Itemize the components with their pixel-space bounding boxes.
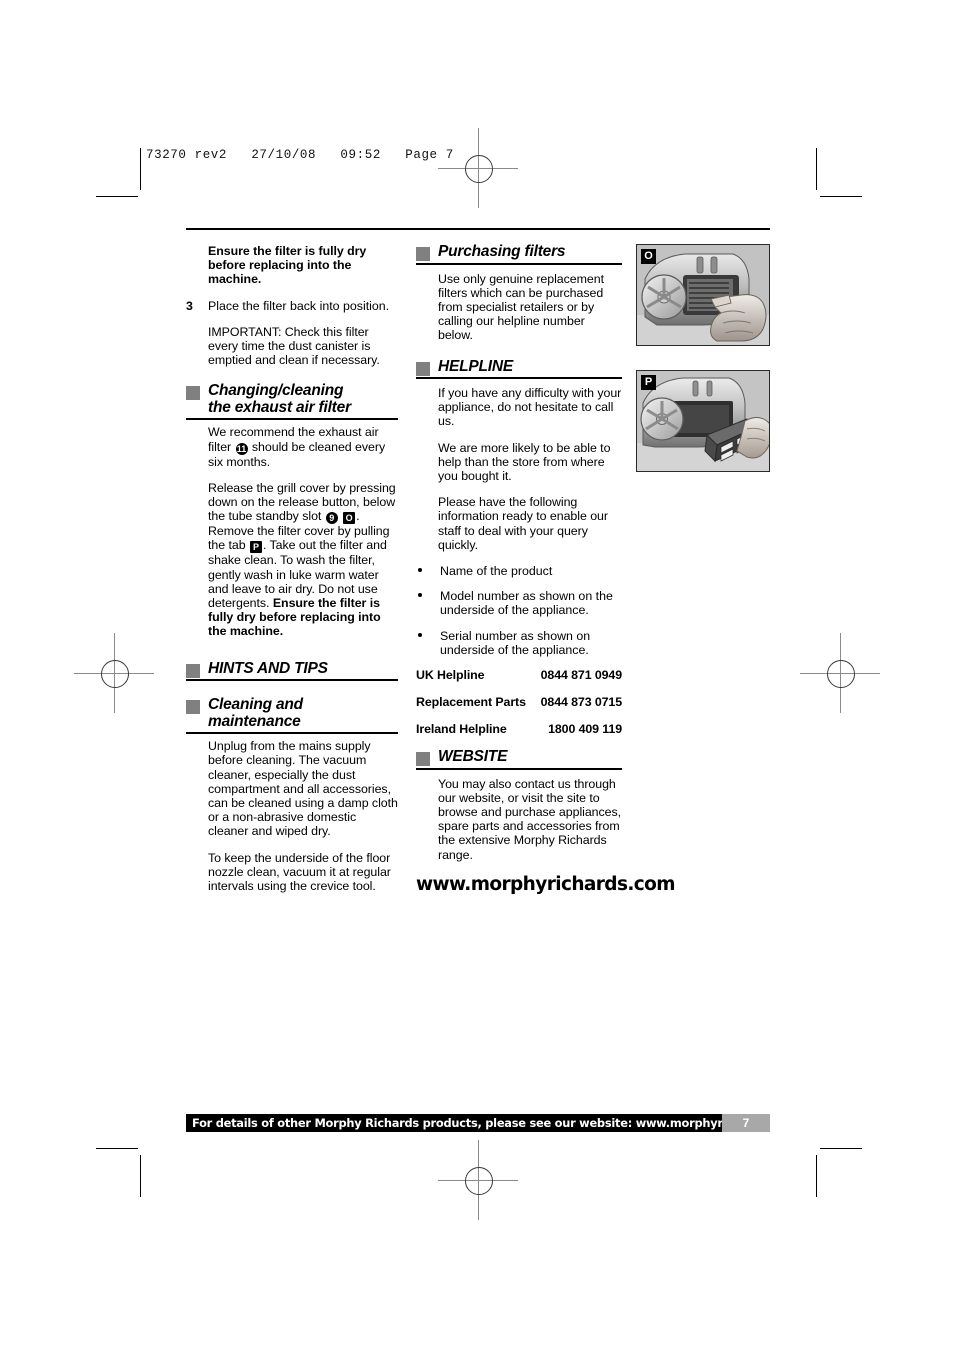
prepress-header-text: 73270 rev2 27/10/08 09:52 Page 7	[146, 148, 454, 162]
step-3: 3 Place the filter back into position.	[186, 299, 398, 313]
crop-mark-top-left-horizontal	[96, 196, 138, 197]
website-url-wordmark[interactable]: www.morphyrichards.com	[416, 874, 676, 895]
figure-o-illustration	[637, 245, 769, 345]
contact-number: 0844 873 0715	[540, 695, 622, 710]
contact-row-ireland-helpline: Ireland Helpline 1800 409 119	[416, 722, 622, 736]
bullet-text: Serial number as shown on underside of t…	[440, 628, 591, 657]
heading-cleaning-line-2: maintenance	[208, 712, 301, 730]
ref-badge-9-icon: 9	[325, 512, 338, 525]
website-paragraph: You may also contact us through our webs…	[438, 776, 622, 862]
heading-cleaning-line-1: Cleaning and	[208, 696, 303, 714]
crop-mark-bottom-left-horizontal	[96, 1148, 138, 1149]
left-column: Ensure the filter is fully dry before re…	[186, 244, 398, 905]
helpline-paragraph-2: We are more likely to be able to help th…	[438, 440, 611, 484]
contact-number: 0844 871 0949	[540, 668, 622, 683]
figure-label-p: P	[641, 375, 656, 390]
heading-square-icon	[416, 361, 430, 376]
heading-square-icon	[186, 700, 200, 715]
figure-label-o: O	[641, 249, 656, 264]
heading-changing-cleaning-exhaust-filter: Changing/cleaning the exhaust air filter	[186, 382, 398, 421]
heading-exhaust-line-1: Changing/cleaning	[208, 382, 344, 400]
bullet-dot-icon	[418, 632, 422, 637]
footer-bar: For details of other Morphy Richards pro…	[186, 1114, 770, 1132]
ref-badge-11-icon: 11	[235, 442, 248, 455]
cleaning-paragraph-1: Unplug from the mains supply before clea…	[208, 739, 398, 839]
warning-filter-dry-top: Ensure the filter is fully dry before re…	[208, 244, 367, 287]
crop-mark-bottom-right-vertical	[816, 1155, 817, 1197]
helpline-paragraph-1: If you have any difficulty with your app…	[438, 386, 622, 429]
contact-number: 1800 409 119	[548, 722, 622, 737]
contact-row-uk-helpline: UK Helpline 0844 871 0949	[416, 668, 622, 682]
footer-promo-text: For details of other Morphy Richards pro…	[186, 1114, 722, 1132]
ref-badge-o-icon: O	[343, 512, 356, 525]
helpline-paragraph-3: Please have the following information re…	[438, 495, 608, 552]
heading-square-icon	[186, 663, 200, 678]
heading-hints-and-tips: HINTS AND TIPS	[186, 659, 398, 682]
contact-label: Ireland Helpline	[416, 722, 507, 737]
page-top-rule	[186, 228, 770, 230]
list-item: Model number as shown on the underside o…	[416, 589, 622, 617]
figure-column: O P	[636, 244, 770, 496]
contact-label: Replacement Parts	[416, 695, 526, 710]
heading-hints-text: HINTS AND TIPS	[208, 659, 328, 677]
heading-cleaning-and-maintenance: Cleaning and maintenance	[186, 696, 398, 735]
list-item: Name of the product	[416, 564, 622, 578]
important-note: IMPORTANT: Check this filter every time …	[208, 324, 380, 368]
heading-website: WEBSITE	[416, 749, 622, 770]
figure-p: P	[636, 370, 770, 472]
step-3-number: 3	[186, 298, 193, 313]
contact-row-replacement-parts: Replacement Parts 0844 873 0715	[416, 695, 622, 709]
middle-column: Purchasing filters Use only genuine repl…	[416, 243, 676, 895]
crop-mark-top-right-horizontal	[820, 196, 862, 197]
ref-badge-p-icon: P	[249, 541, 262, 554]
figure-p-illustration	[637, 371, 769, 471]
crop-mark-bottom-right-horizontal	[820, 1148, 862, 1149]
heading-purchasing-text: Purchasing filters	[438, 243, 566, 260]
heading-helpline-text: HELPLINE	[438, 357, 514, 375]
figure-o: O	[636, 244, 770, 346]
exhaust-p2-part-a: Release the grill cover by pressing down…	[208, 480, 396, 524]
heading-square-icon	[186, 386, 200, 401]
bullet-dot-icon	[418, 593, 422, 598]
heading-square-icon	[416, 247, 430, 261]
crop-mark-top-left-vertical	[140, 148, 141, 190]
crop-mark-top-right-vertical	[816, 148, 817, 190]
bullet-text: Model number as shown on the underside o…	[440, 589, 613, 618]
heading-exhaust-line-2: the exhaust air filter	[208, 398, 351, 416]
bullet-text: Name of the product	[440, 564, 553, 579]
exhaust-paragraph-1: We recommend the exhaust air filter 11 s…	[208, 425, 398, 468]
heading-website-text: WEBSITE	[438, 748, 508, 766]
contact-label: UK Helpline	[416, 668, 485, 683]
heading-helpline: HELPLINE	[416, 357, 622, 380]
heading-square-icon	[416, 752, 430, 767]
page-number-badge: 7	[722, 1114, 770, 1132]
cleaning-paragraph-2: To keep the underside of the floor nozzl…	[208, 850, 391, 893]
exhaust-paragraph-2: Release the grill cover by pressing down…	[208, 481, 398, 639]
heading-purchasing-filters: Purchasing filters	[416, 243, 622, 265]
step-3-text: Place the filter back into position.	[208, 298, 390, 313]
list-item: Serial number as shown on underside of t…	[416, 629, 622, 657]
bullet-dot-icon	[418, 568, 422, 573]
crop-mark-bottom-left-vertical	[140, 1155, 141, 1197]
purchasing-paragraph: Use only genuine replacement filters whi…	[438, 271, 604, 343]
